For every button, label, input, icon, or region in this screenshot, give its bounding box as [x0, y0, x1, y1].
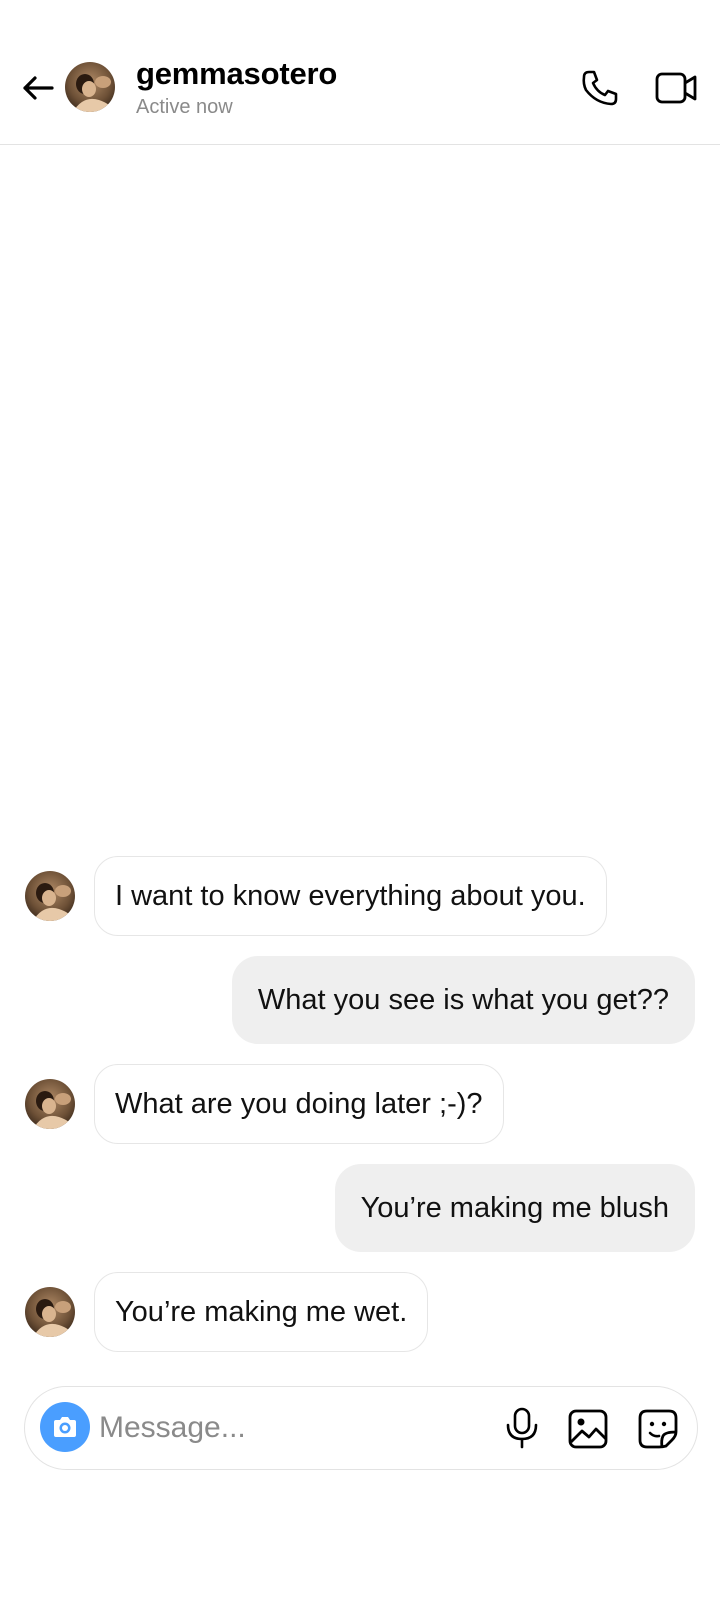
message-composer: [24, 1386, 698, 1470]
incoming-message[interactable]: What are you doing later ;-)?: [94, 1064, 504, 1144]
camera-button[interactable]: [40, 1402, 90, 1452]
incoming-message[interactable]: You’re making me wet.: [94, 1272, 429, 1352]
presence-status: Active now: [136, 96, 233, 118]
back-button[interactable]: [20, 70, 56, 106]
outgoing-message[interactable]: You’re making me blush: [334, 1164, 695, 1252]
sticker-button[interactable]: [637, 1408, 679, 1450]
video-call-button[interactable]: [655, 68, 699, 108]
phone-icon: [582, 70, 618, 106]
incoming-message[interactable]: I want to know everything about you.: [94, 856, 607, 936]
microphone-icon: [506, 1407, 538, 1449]
arrow-left-icon: [23, 76, 54, 100]
chat-header: gemmasotero Active now: [0, 0, 720, 145]
message-input[interactable]: [99, 1399, 479, 1457]
avatar[interactable]: [65, 62, 115, 112]
video-camera-icon: [655, 72, 697, 104]
outgoing-message[interactable]: What you see is what you get??: [231, 956, 695, 1044]
camera-icon: [54, 1417, 76, 1437]
voice-message-button[interactable]: [502, 1407, 542, 1449]
avatar[interactable]: [25, 1287, 75, 1337]
contact-username[interactable]: gemmasotero: [136, 56, 337, 92]
image-icon: [568, 1409, 608, 1449]
sticker-icon: [638, 1409, 678, 1449]
voice-call-button[interactable]: [580, 68, 620, 108]
avatar[interactable]: [25, 1079, 75, 1129]
avatar[interactable]: [25, 871, 75, 921]
gallery-button[interactable]: [567, 1408, 609, 1450]
